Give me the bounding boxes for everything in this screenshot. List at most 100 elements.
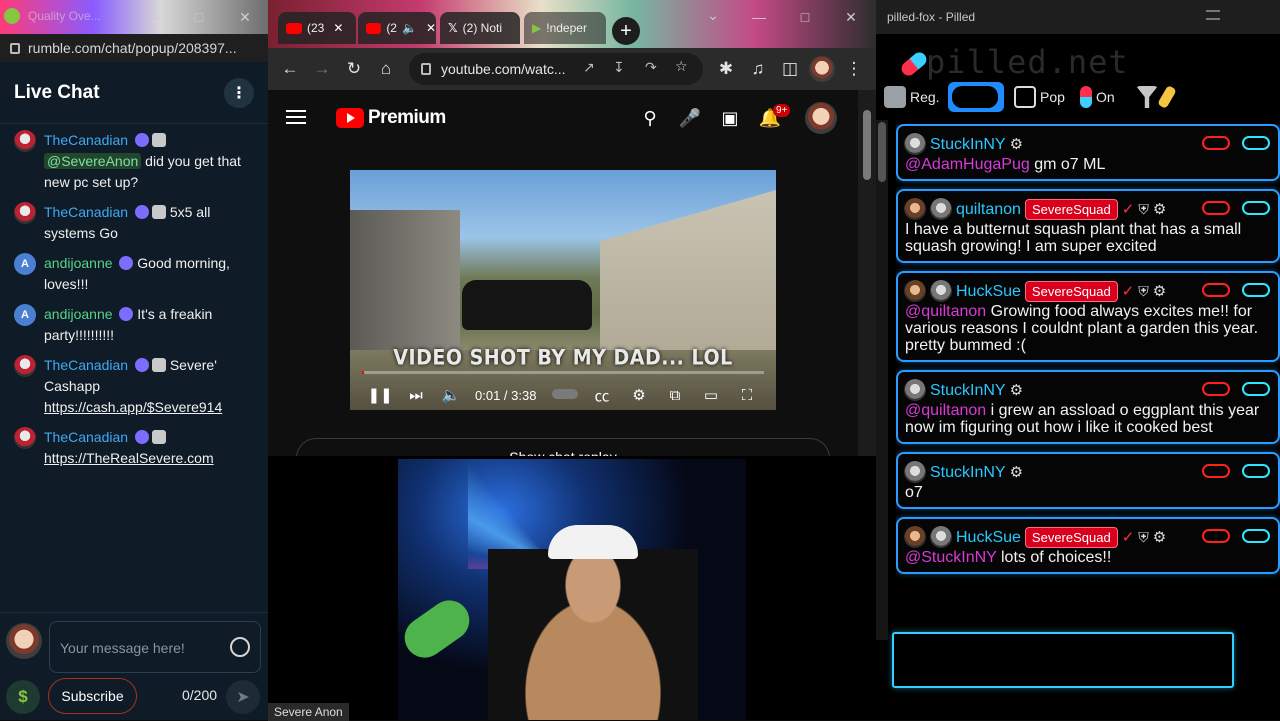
- share-icon[interactable]: ↷: [645, 59, 657, 76]
- chat-username[interactable]: TheCanadian: [44, 132, 128, 148]
- settings-gear-icon[interactable]: ⚙: [628, 384, 650, 406]
- chat-username[interactable]: andijoanne: [44, 255, 113, 271]
- gear-icon[interactable]: ⚙: [1010, 136, 1023, 153]
- fullscreen-icon[interactable]: ⛶: [736, 384, 758, 406]
- bookmark-star-icon[interactable]: ☆: [675, 58, 688, 75]
- pilled-mention[interactable]: @quiltanon: [905, 303, 986, 320]
- red-pill-toggle[interactable]: [1202, 529, 1230, 543]
- pilled-username[interactable]: HuckSue: [956, 529, 1021, 546]
- avatar[interactable]: [904, 526, 926, 548]
- filter-button[interactable]: [1136, 82, 1177, 112]
- tab-search-icon[interactable]: ⌄: [690, 0, 736, 32]
- home-icon[interactable]: ⌂: [373, 56, 399, 82]
- red-pill-toggle[interactable]: [1202, 382, 1230, 396]
- avatar[interactable]: [14, 427, 36, 449]
- minimize-button[interactable]: —: [130, 0, 176, 34]
- pilled-username[interactable]: StuckInNY: [930, 464, 1006, 481]
- gear-icon[interactable]: ⚙: [1153, 283, 1166, 300]
- theater-mode-icon[interactable]: ▭: [700, 384, 722, 406]
- blue-pill-toggle[interactable]: [1242, 464, 1270, 478]
- pilled-mention[interactable]: @AdamHugaPug: [905, 156, 1030, 173]
- create-video-icon[interactable]: ▣: [718, 106, 742, 130]
- chat-username[interactable]: andijoanne: [44, 306, 113, 322]
- close-button[interactable]: ✕: [828, 0, 874, 34]
- pilled-username[interactable]: StuckInNY: [930, 136, 1006, 153]
- close-button[interactable]: ✕: [222, 0, 268, 34]
- pilled-scrollbar[interactable]: [876, 120, 888, 640]
- pop-button[interactable]: Pop: [1014, 82, 1065, 112]
- back-icon[interactable]: ←: [277, 56, 303, 82]
- chat-username[interactable]: TheCanadian: [44, 429, 128, 445]
- chat-username[interactable]: TheCanadian: [44, 204, 128, 220]
- rumble-url-bar[interactable]: rumble.com/chat/popup/208397...: [0, 34, 268, 62]
- side-panel-icon[interactable]: ◫: [777, 56, 803, 82]
- open-in-icon[interactable]: ↗: [583, 59, 595, 76]
- chat-link[interactable]: https://cash.app/$Severe914: [44, 399, 222, 415]
- next-icon[interactable]: ⏭: [405, 384, 427, 406]
- pilled-menu-icon[interactable]: [1206, 10, 1220, 20]
- pilled-username[interactable]: HuckSue: [956, 283, 1021, 300]
- youtube-avatar[interactable]: [805, 102, 837, 134]
- chrome-menu-icon[interactable]: ⋮: [841, 56, 867, 82]
- close-tab-icon[interactable]: ✕: [426, 21, 436, 35]
- my-avatar[interactable]: [6, 623, 42, 659]
- pilled-username[interactable]: StuckInNY: [930, 382, 1006, 399]
- avatar[interactable]: A: [14, 304, 36, 326]
- reload-icon[interactable]: ↻: [341, 56, 367, 82]
- captions-icon[interactable]: ㏄: [591, 384, 613, 406]
- minimize-button[interactable]: —: [736, 0, 782, 34]
- pause-icon[interactable]: ❚❚: [367, 384, 392, 406]
- tab-youtube-1[interactable]: (23 ✕: [278, 12, 356, 44]
- media-controls-icon[interactable]: ♫: [745, 56, 771, 82]
- red-pill-toggle[interactable]: [1202, 201, 1230, 215]
- avatar[interactable]: [14, 355, 36, 377]
- red-pill-toggle[interactable]: [1202, 283, 1230, 297]
- address-bar[interactable]: youtube.com/watc... ↗ ↧ ↷ ☆: [409, 53, 703, 85]
- maximize-button[interactable]: □: [176, 0, 222, 34]
- pilled-mention[interactable]: @StuckInNY: [905, 549, 997, 566]
- tab-x[interactable]: 𝕏 (2) Noti: [440, 12, 520, 44]
- red-pill-toggle[interactable]: [1202, 136, 1230, 150]
- avatar[interactable]: [904, 280, 926, 302]
- gear-icon[interactable]: ⚙: [1010, 382, 1023, 399]
- chat-mode-button[interactable]: [948, 82, 1004, 112]
- blue-pill-toggle[interactable]: [1242, 136, 1270, 150]
- forward-icon[interactable]: →: [309, 56, 335, 82]
- reg-button[interactable]: Reg.: [884, 82, 940, 112]
- rant-dollar-button[interactable]: $: [6, 680, 40, 714]
- chat-username[interactable]: TheCanadian: [44, 357, 128, 373]
- video-progress-bar[interactable]: [362, 371, 764, 374]
- profile-avatar[interactable]: [809, 56, 835, 82]
- autoplay-toggle[interactable]: [552, 389, 578, 399]
- chat-mention[interactable]: @SevereAnon: [44, 153, 142, 169]
- gear-icon[interactable]: ⚙: [1153, 201, 1166, 218]
- miniplayer-icon[interactable]: ⧉: [664, 384, 686, 406]
- avatar[interactable]: [904, 461, 926, 483]
- menu-hamburger-icon[interactable]: [286, 110, 306, 124]
- scrollbar-thumb[interactable]: [878, 122, 886, 182]
- scrollbar-thumb[interactable]: [863, 110, 871, 180]
- avatar[interactable]: [930, 526, 952, 548]
- close-tab-icon[interactable]: ✕: [333, 21, 343, 35]
- blue-pill-toggle[interactable]: [1242, 382, 1270, 396]
- avatar[interactable]: [14, 130, 36, 152]
- pilled-message-input[interactable]: [892, 632, 1234, 688]
- avatar[interactable]: [904, 198, 926, 220]
- extensions-icon[interactable]: ✱: [713, 56, 739, 82]
- search-icon[interactable]: ⚲: [638, 106, 662, 130]
- microphone-icon[interactable]: 🎤: [678, 106, 702, 130]
- site-info-icon[interactable]: [421, 63, 431, 75]
- new-tab-button[interactable]: +: [612, 17, 640, 45]
- avatar[interactable]: [904, 133, 926, 155]
- gear-icon[interactable]: ⚙: [1010, 464, 1023, 481]
- on-button[interactable]: On: [1080, 82, 1115, 112]
- blue-pill-toggle[interactable]: [1242, 283, 1270, 297]
- send-icon[interactable]: ➤: [226, 680, 260, 714]
- subscribe-button[interactable]: Subscribe: [48, 678, 137, 714]
- pilled-username[interactable]: quiltanon: [956, 201, 1021, 218]
- avatar[interactable]: [14, 202, 36, 224]
- gear-icon[interactable]: ⚙: [1153, 529, 1166, 546]
- red-pill-toggle[interactable]: [1202, 464, 1230, 478]
- chat-menu-button[interactable]: ⋮: [224, 77, 254, 108]
- video-player[interactable]: VIDEO SHOT BY MY DAD... LOL ❚❚ ⏭ 🔈 0:01 …: [350, 170, 776, 410]
